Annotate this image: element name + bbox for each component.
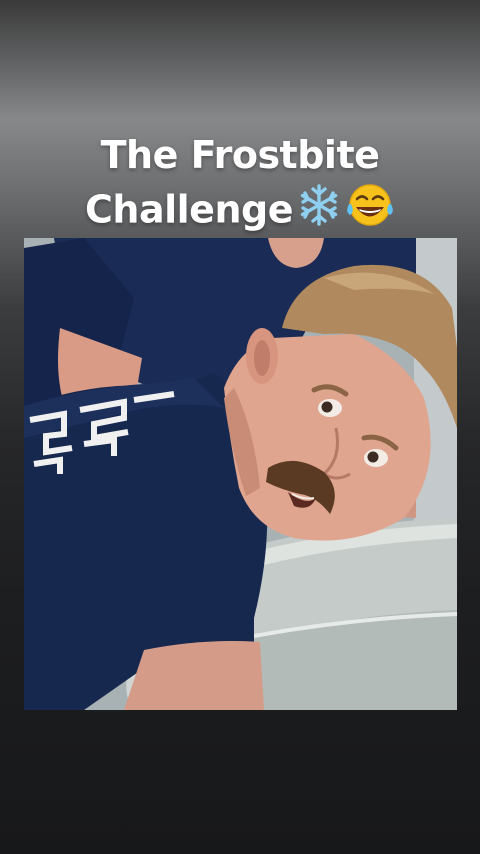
video-frame-illustration bbox=[24, 238, 457, 710]
snowflake-icon bbox=[297, 183, 341, 241]
caption-line-1: The Frostbite bbox=[100, 133, 380, 177]
caption-line-2-text: Challenge bbox=[85, 187, 293, 232]
post-caption: The Frostbite Challenge bbox=[0, 128, 480, 242]
video-frame[interactable] bbox=[24, 238, 457, 710]
caption-line-2: Challenge bbox=[0, 182, 480, 242]
laughing-tears-icon bbox=[345, 182, 395, 242]
